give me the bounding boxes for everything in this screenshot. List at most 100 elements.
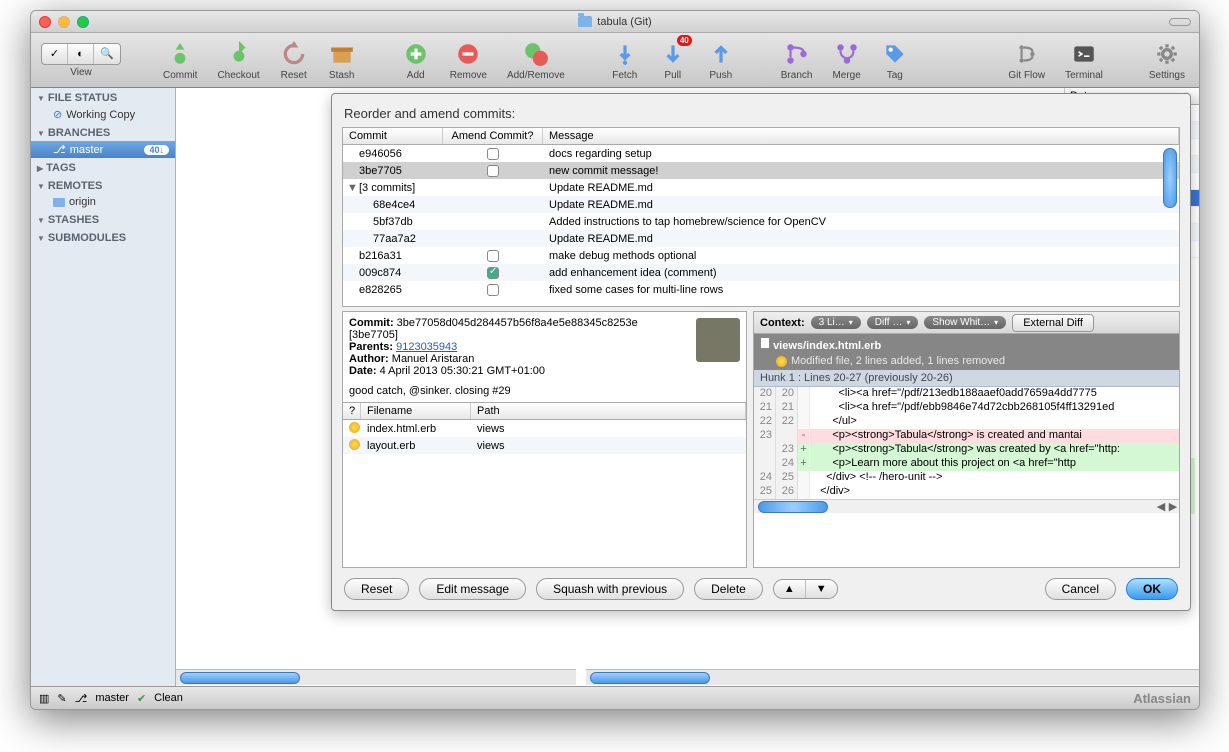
- cancel-button[interactable]: Cancel: [1045, 578, 1116, 600]
- reset-button[interactable]: Reset: [276, 38, 312, 83]
- edit-message-button[interactable]: Edit message: [419, 578, 526, 600]
- amend-checkbox[interactable]: [487, 148, 499, 160]
- add-remove-button[interactable]: Add/Remove: [503, 38, 569, 83]
- commit-row[interactable]: 3be7705new commit message!: [343, 162, 1179, 179]
- branch-button[interactable]: Branch: [777, 38, 817, 83]
- file-row[interactable]: layout.erbviews: [343, 437, 746, 454]
- sidebar-section-stashes[interactable]: ▼STASHES: [31, 210, 175, 228]
- amend-checkbox[interactable]: [487, 284, 499, 296]
- amend-checkbox[interactable]: [487, 165, 499, 177]
- ok-button[interactable]: OK: [1126, 578, 1178, 600]
- diff-line: 23- <p><strong>Tabula</strong> is create…: [754, 429, 1179, 443]
- expand-icon[interactable]: ▼: [347, 182, 359, 194]
- diff-file-header[interactable]: views/index.html.erb: [754, 334, 1179, 355]
- fetch-button[interactable]: Fetch: [607, 38, 643, 83]
- diff-hscroll[interactable]: ◀ ▶: [754, 499, 1179, 513]
- modified-icon: [349, 422, 360, 433]
- parent-link[interactable]: 9123035943: [396, 341, 457, 353]
- diff-line: 23+ <p><strong>Tabula</strong> was creat…: [754, 443, 1179, 457]
- sidebar-item-working-copy[interactable]: ⊘Working Copy: [31, 106, 175, 123]
- scroll-right-icon[interactable]: ▶: [1167, 500, 1179, 513]
- commits-table: Commit Amend Commit? Message e946056docs…: [342, 127, 1180, 307]
- commit-row[interactable]: b216a31make debug methods optional: [343, 247, 1179, 264]
- commit-row[interactable]: 68e4ce4Update README.md: [343, 196, 1179, 213]
- commit-row[interactable]: 77aa7a2Update README.md: [343, 230, 1179, 247]
- sidebar-section-remotes[interactable]: ▼REMOTES: [31, 176, 175, 194]
- remove-button[interactable]: Remove: [446, 38, 491, 83]
- add-button[interactable]: Add: [398, 38, 434, 83]
- reset-button[interactable]: Reset: [344, 578, 409, 600]
- main-hscroll-left[interactable]: [176, 669, 576, 685]
- status-branch: master: [95, 692, 129, 704]
- commit-row[interactable]: e946056docs regarding setup: [343, 145, 1179, 162]
- folder-icon: [578, 16, 592, 27]
- brand-label: Atlassian: [1133, 691, 1191, 706]
- close-icon[interactable]: [39, 16, 51, 28]
- move-up-button[interactable]: ▲: [774, 580, 806, 598]
- view-history-icon[interactable]: ◐: [68, 44, 94, 64]
- scroll-left-icon[interactable]: ◀: [1155, 500, 1167, 513]
- file-row[interactable]: index.html.erbviews: [343, 420, 746, 437]
- git-flow-button[interactable]: Git Flow: [1004, 38, 1049, 83]
- move-down-button[interactable]: ▼: [806, 580, 837, 598]
- push-button[interactable]: Push: [703, 38, 739, 83]
- sidebar-item-origin[interactable]: origin: [31, 194, 175, 210]
- terminal-button[interactable]: Terminal: [1061, 38, 1107, 83]
- file-icon: [760, 337, 770, 349]
- context-lines-popup[interactable]: 3 Li…: [811, 316, 861, 329]
- diff-options-popup[interactable]: Diff …: [867, 316, 919, 329]
- files-table: ? Filename Path index.html.erbviewslayou…: [342, 403, 747, 568]
- delete-button[interactable]: Delete: [694, 578, 763, 600]
- col-commit[interactable]: Commit: [343, 128, 443, 144]
- col-amend[interactable]: Amend Commit?: [443, 128, 543, 144]
- external-diff-button-2[interactable]: External Diff: [1012, 314, 1094, 332]
- view-segmented-control[interactable]: ✓ ◐ 🔍: [41, 43, 121, 65]
- sidebar-section-file-status[interactable]: ▼FILE STATUS: [31, 88, 175, 106]
- main-hscroll-right[interactable]: [586, 669, 1199, 685]
- pull-button[interactable]: 40Pull: [655, 38, 691, 83]
- sidebar-section-branches[interactable]: ▼BRANCHES: [31, 123, 175, 141]
- minimize-icon[interactable]: [58, 16, 70, 28]
- view-check-icon[interactable]: ✓: [42, 44, 68, 64]
- diff-line: 2222 </ul>: [754, 415, 1179, 429]
- stash-button[interactable]: Stash: [324, 38, 360, 83]
- tag-button[interactable]: Tag: [877, 38, 913, 83]
- sidebar-item-master[interactable]: ⎇ master 40↓: [31, 141, 175, 158]
- col-path[interactable]: Path: [471, 403, 746, 419]
- folder-icon: [53, 198, 65, 207]
- settings-button[interactable]: Settings: [1145, 38, 1189, 83]
- checkout-button[interactable]: Checkout: [213, 38, 263, 83]
- hunk-header[interactable]: Hunk 1 : Lines 20-27 (previously 20-26): [754, 370, 1179, 387]
- diff-code[interactable]: 2020 <li><a href="/pdf/213edb188aaef0add…: [754, 387, 1179, 499]
- col-status[interactable]: ?: [343, 403, 361, 419]
- rebase-modal: Reorder and amend commits: Commit Amend …: [331, 93, 1191, 611]
- amend-checkbox[interactable]: [487, 267, 499, 279]
- commit-info: Commit: 3be77058d045d284457b56f8a4e5e883…: [342, 311, 747, 403]
- edit-icon[interactable]: ✎: [57, 692, 66, 705]
- view-search-icon[interactable]: 🔍: [94, 44, 120, 64]
- titlebar[interactable]: tabula (Git): [31, 11, 1199, 33]
- diff-nav-arrows: ◀ ▶: [1155, 500, 1179, 513]
- col-filename[interactable]: Filename: [361, 403, 471, 419]
- diff-line: 2121 <li><a href="/pdf/ebb9846e74d72cbb2…: [754, 401, 1179, 415]
- whitespace-popup[interactable]: Show Whit…: [924, 316, 1006, 329]
- branch-icon: ⎇: [75, 692, 88, 705]
- commits-scrollbar[interactable]: [1163, 148, 1177, 304]
- merge-button[interactable]: Merge: [828, 38, 864, 83]
- commit-row[interactable]: 5bf37dbAdded instructions to tap homebre…: [343, 213, 1179, 230]
- commit-row[interactable]: e828265fixed some cases for multi-line r…: [343, 281, 1179, 298]
- commits-table-header: Commit Amend Commit? Message: [343, 128, 1179, 145]
- squash-button[interactable]: Squash with previous: [536, 578, 684, 600]
- panel-toggle-icon[interactable]: ▥: [39, 692, 49, 705]
- branch-behind-badge: 40↓: [144, 145, 169, 155]
- amend-checkbox[interactable]: [487, 250, 499, 262]
- commit-button[interactable]: Commit: [159, 38, 201, 83]
- commit-row[interactable]: 009c874add enhancement idea (comment): [343, 264, 1179, 281]
- sidebar-section-tags[interactable]: ▶TAGS: [31, 158, 175, 176]
- view-label: View: [70, 67, 92, 78]
- zoom-icon[interactable]: [77, 16, 89, 28]
- col-message[interactable]: Message: [543, 128, 1179, 144]
- toolbar-pill-icon[interactable]: [1169, 18, 1191, 26]
- commit-row[interactable]: ▼[3 commits]Update README.md: [343, 179, 1179, 196]
- sidebar-section-submodules[interactable]: ▼SUBMODULES: [31, 228, 175, 246]
